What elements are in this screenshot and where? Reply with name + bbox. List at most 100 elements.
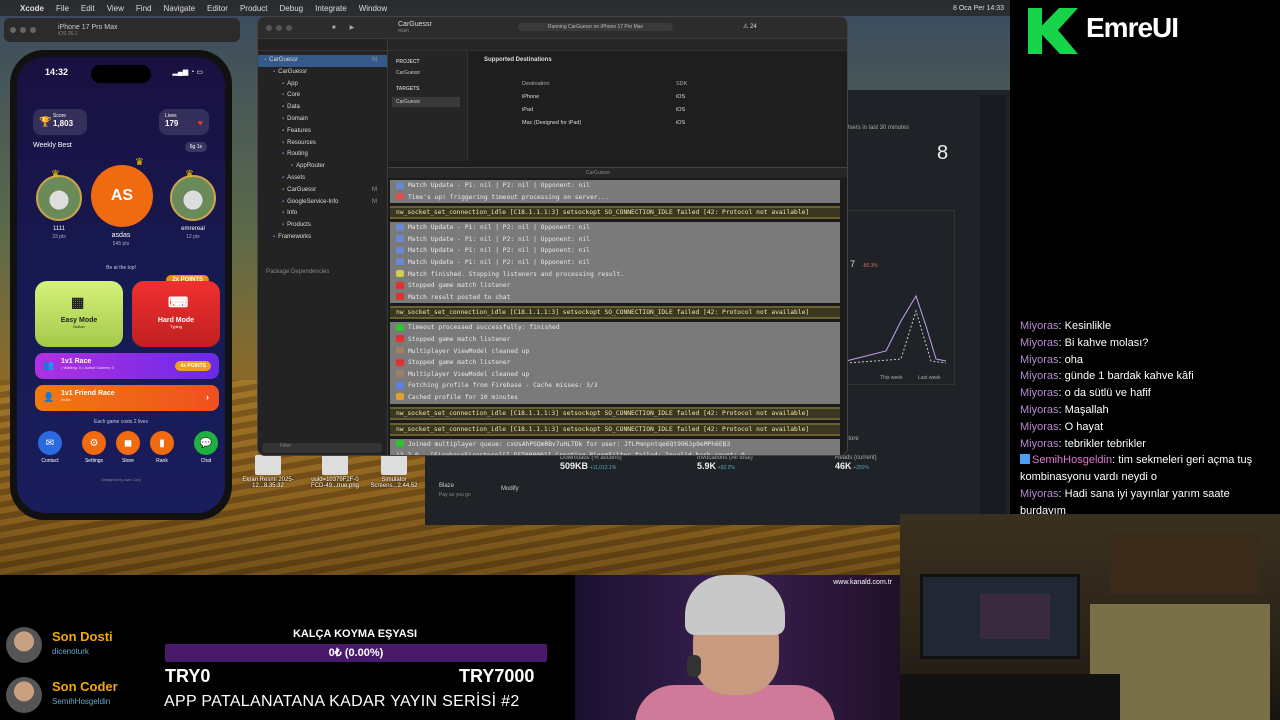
chat-username[interactable]: Miyoras xyxy=(1020,438,1059,450)
destination-row[interactable]: iPhone iOS xyxy=(522,94,782,100)
stop-icon[interactable]: ■ xyxy=(332,25,336,31)
target-item[interactable]: CarGuessr xyxy=(392,97,460,107)
destinations-header[interactable]: Supported Destinations xyxy=(484,57,834,63)
navigator-item[interactable]: ▪ Frameworks xyxy=(258,232,387,244)
warning-count[interactable]: ⚠ 24 xyxy=(743,23,757,30)
menu-window[interactable]: Window xyxy=(359,4,387,13)
project-title[interactable]: CarGuessr xyxy=(398,21,432,28)
log-error-line[interactable]: nw_socket_set_connection_idle [C18.1.1.1… xyxy=(390,406,840,420)
run-icon[interactable]: ▶ xyxy=(350,24,355,31)
desktop-file[interactable]: Ekran Resmi 2025-12...8.35.32 xyxy=(238,455,298,489)
navigator-item[interactable]: ▪ Assets xyxy=(258,173,387,185)
log-line[interactable]: Match Update - P1: nil | P2: nil | Oppon… xyxy=(390,180,840,192)
zoom-window-icon[interactable] xyxy=(30,27,36,33)
desktop-file[interactable]: Simulator Screens...2.44.52 xyxy=(364,455,424,489)
project-item[interactable]: CarGuessr xyxy=(396,70,467,76)
log-text: nw_socket_set_connection_idle [C18.1.1.1… xyxy=(396,409,810,417)
navigator-item-label: App xyxy=(287,80,298,87)
podium-first[interactable]: ♛ AS asdas 545 pts xyxy=(91,157,153,247)
desktop-file[interactable]: uuid=10379F2F-0 FCD-49...true.png xyxy=(305,455,365,489)
navigator-item[interactable]: ▪ App xyxy=(258,79,387,91)
log-error-line[interactable]: nw_socket_set_connection_idle [C18.1.1.1… xyxy=(390,206,840,220)
chat-username[interactable]: Miyoras xyxy=(1020,370,1059,382)
navigator-item[interactable]: ▪ Routing xyxy=(258,149,387,161)
navigator-item[interactable]: ▪ CarGuessr M xyxy=(258,55,387,67)
navigator-item[interactable]: ▪ Domain xyxy=(258,114,387,126)
menubar-app-name[interactable]: Xcode xyxy=(20,4,44,13)
log-line[interactable]: Multiplayer ViewModel cleaned up xyxy=(390,345,840,358)
menu-product[interactable]: Product xyxy=(240,4,268,13)
minimize-window-icon[interactable] xyxy=(20,27,26,33)
console-filter-input[interactable]: Filter xyxy=(392,448,403,454)
navigator-item[interactable]: ▪ AppRouter xyxy=(258,161,387,173)
log-line[interactable]: Match result posted to chat xyxy=(390,291,840,304)
chat-username[interactable]: Miyoras xyxy=(1020,421,1059,433)
log-line[interactable]: Multiplayer ViewModel cleaned up xyxy=(390,368,840,381)
menu-view[interactable]: View xyxy=(107,4,124,13)
log-line[interactable]: Stopped game match listener xyxy=(390,280,840,292)
log-line[interactable]: Stopped game match listener xyxy=(390,357,840,369)
friend-race-button[interactable]: 👤 1v1 Friend Race Invite › xyxy=(35,385,219,411)
editor-tabbar[interactable] xyxy=(388,39,847,51)
dock-store[interactable]: ◼ Store xyxy=(115,431,141,464)
log-line[interactable]: Match Update - P1: nil | P2: nil | Oppon… xyxy=(390,233,840,246)
log-error-line[interactable]: nw_socket_set_connection_idle [C18.1.1.1… xyxy=(390,422,840,436)
zoom-window-icon[interactable] xyxy=(286,24,292,31)
navigator-item[interactable]: ▪ Resources xyxy=(258,138,387,150)
navigator-item[interactable]: ▪ CarGuessr M xyxy=(258,185,387,197)
close-window-icon[interactable] xyxy=(266,24,272,31)
menu-debug[interactable]: Debug xyxy=(280,4,304,13)
menu-file[interactable]: File xyxy=(56,4,69,13)
chat-username[interactable]: Miyoras xyxy=(1020,387,1059,399)
chat-username[interactable]: SemihHosgeldin xyxy=(1032,454,1112,466)
dock-rank[interactable]: ▮ Rank xyxy=(149,431,175,464)
destination-row[interactable]: Mac (Designed for iPad) iOS xyxy=(522,120,782,126)
dock-settings[interactable]: ⚙ Settings xyxy=(81,431,107,464)
menu-navigate[interactable]: Navigate xyxy=(163,4,195,13)
navigator-item[interactable]: ▪ Info xyxy=(258,208,387,220)
dock-chat[interactable]: 💬 Chat xyxy=(193,431,219,464)
podium-second[interactable]: ♛ 1111 33 pts xyxy=(29,157,89,240)
log-error-line[interactable]: nw_socket_set_connection_idle [C18.1.1.1… xyxy=(390,306,840,320)
menu-find[interactable]: Find xyxy=(136,4,152,13)
navigator-item[interactable]: ▪ Core xyxy=(258,90,387,102)
log-line[interactable]: Joined multiplayer queue: cxUsAhPSQmRBv7… xyxy=(390,438,840,451)
modify-plan-link[interactable]: Modify xyxy=(501,486,519,492)
menu-editor[interactable]: Editor xyxy=(207,4,228,13)
navigator-item[interactable]: ▪ Products xyxy=(258,220,387,232)
log-line[interactable]: Match finished. Stopping listeners and p… xyxy=(390,268,840,281)
close-window-icon[interactable] xyxy=(10,27,16,33)
chat-username[interactable]: Miyoras xyxy=(1020,404,1059,416)
easy-mode-button[interactable]: ▦ Easy Mode Button xyxy=(35,281,123,347)
dock-contact[interactable]: ✉ Contact xyxy=(37,431,63,464)
navigator-item[interactable]: ▪ Features xyxy=(258,126,387,138)
log-line[interactable]: Cached profile for 10 minutes xyxy=(390,391,840,404)
navigator-item[interactable]: ▪ GoogleService-Info M xyxy=(258,197,387,209)
podium-third[interactable]: ♛ emrereal 12 pts xyxy=(163,157,223,240)
microphone xyxy=(687,655,701,677)
minimize-window-icon[interactable] xyxy=(276,24,282,31)
log-line[interactable]: 12.7.0 - [FirebaseFirestore][I-FST000001… xyxy=(390,450,840,455)
hard-mode-button[interactable]: ⌨ Hard Mode Typing xyxy=(132,281,220,347)
log-line[interactable]: Timeout processed successfully: finished xyxy=(390,322,840,334)
log-line[interactable]: Match Update - P1: nil | P2: nil | Oppon… xyxy=(390,222,840,234)
navigator-item[interactable]: ▪ CarGuessr xyxy=(258,67,387,79)
navigator-tabs[interactable] xyxy=(258,39,387,51)
log-line[interactable]: Fetching profile from Firebase - Cache m… xyxy=(390,380,840,392)
log-line[interactable]: Time's up! Triggering timeout processing… xyxy=(390,191,840,204)
chat-username[interactable]: Miyoras xyxy=(1020,354,1059,366)
navigator-item[interactable]: ▪ Data xyxy=(258,102,387,114)
chat-username[interactable]: Miyoras xyxy=(1020,337,1059,349)
package-dependencies[interactable]: Package Dependencies xyxy=(266,269,329,275)
destination-row[interactable]: iPad iOS xyxy=(522,107,782,113)
log-line[interactable]: Stopped game match listener xyxy=(390,333,840,346)
dock-label: Store xyxy=(122,458,134,464)
menu-integrate[interactable]: Integrate xyxy=(315,4,347,13)
race-button[interactable]: 👥 1v1 Race • Waiting: 0 • Active Games: … xyxy=(35,353,219,379)
log-line[interactable]: Match Update - P1: nil | P2: nil | Oppon… xyxy=(390,256,840,269)
chat-username[interactable]: Miyoras xyxy=(1020,488,1059,500)
navigator-filter-input[interactable]: Filter xyxy=(262,443,382,453)
chat-username[interactable]: Miyoras xyxy=(1020,320,1059,332)
log-line[interactable]: Match Update - P1: nil | P2: nil | Oppon… xyxy=(390,245,840,257)
menu-edit[interactable]: Edit xyxy=(81,4,95,13)
